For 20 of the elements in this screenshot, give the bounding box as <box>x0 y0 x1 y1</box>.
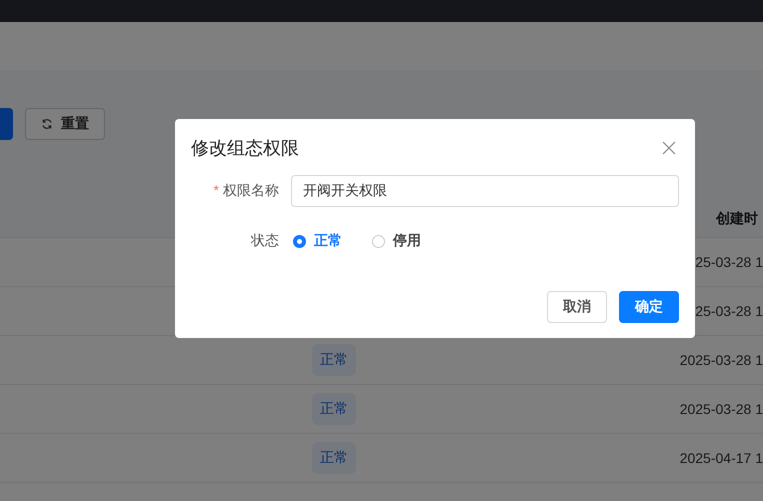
column-header: 创建时 <box>716 210 759 228</box>
cancel-button[interactable]: 取消 <box>547 291 607 323</box>
reset-button[interactable]: 重置 <box>25 108 105 140</box>
field-label: * 权限名称 <box>212 182 279 200</box>
status-radio[interactable]: 正常 <box>293 232 342 250</box>
table-cell: 25-03-28 1 <box>695 303 763 319</box>
refresh-icon <box>41 118 53 130</box>
status-tag: 正常 <box>312 393 356 425</box>
field-label: 状态 <box>250 232 279 250</box>
table-cell: 25-03-28 1 <box>695 254 763 270</box>
confirm-button[interactable]: 确定 <box>619 291 679 323</box>
status-tag: 正常 <box>312 344 356 376</box>
status-tag: 正常 <box>312 442 356 474</box>
table-cell: 2025-04-17 1 <box>680 450 763 466</box>
close-icon[interactable] <box>662 141 676 155</box>
dialog-title: 修改组态权限 <box>191 137 299 160</box>
table-cell: 2025-03-28 1 <box>680 352 763 368</box>
name-input[interactable]: 开阀开关权限 <box>291 175 679 207</box>
table-cell: 2025-03-28 1 <box>680 401 763 417</box>
status-radio[interactable]: 停用 <box>372 232 421 250</box>
